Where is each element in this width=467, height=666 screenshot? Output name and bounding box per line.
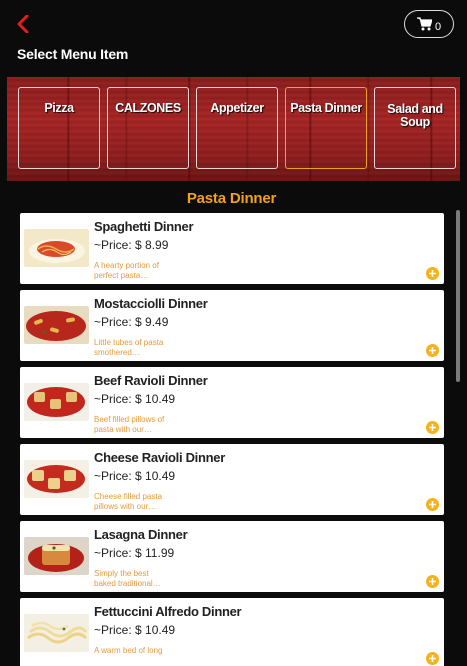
- item-description: Cheese filled pasta pillows with our…: [94, 492, 163, 511]
- page-title: Select Menu Item: [17, 46, 129, 62]
- food-image: [24, 614, 89, 652]
- plus-icon: [429, 655, 436, 662]
- back-button[interactable]: [12, 12, 34, 36]
- item-description: Simply the best baked traditional…: [94, 569, 161, 588]
- plus-icon: [429, 578, 436, 585]
- food-image: [24, 537, 89, 575]
- item-name: Lasagna Dinner: [94, 527, 188, 542]
- item-price: ~Price: $ 8.99: [94, 238, 169, 252]
- menu-item-card[interactable]: Spaghetti Dinner ~Price: $ 8.99 A hearty…: [20, 213, 444, 284]
- section-title: Pasta Dinner: [186, 190, 277, 207]
- item-name: Mostacciolli Dinner: [94, 296, 208, 311]
- category-tile-salad-and-soup[interactable]: Salad and Soup: [374, 87, 456, 169]
- plus-icon: [429, 424, 436, 431]
- add-item-button[interactable]: [426, 344, 439, 357]
- menu-item-card[interactable]: Mostacciolli Dinner ~Price: $ 9.49 Littl…: [20, 290, 444, 361]
- cart-count-badge: 0: [434, 20, 442, 33]
- add-item-button[interactable]: [426, 652, 439, 665]
- food-image: [24, 383, 89, 421]
- add-item-button[interactable]: [426, 575, 439, 588]
- cart-button[interactable]: 0: [404, 10, 454, 38]
- food-image: [24, 460, 89, 498]
- chevron-left-icon: [17, 15, 29, 33]
- plus-icon: [429, 270, 436, 277]
- menu-item-card[interactable]: Lasagna Dinner ~Price: $ 11.99 Simply th…: [20, 521, 444, 592]
- category-tile-appetizer[interactable]: Appetizer: [196, 87, 278, 169]
- item-description: Little tubes of pasta smothered…: [94, 338, 164, 357]
- item-price: ~Price: $ 10.49: [94, 623, 176, 637]
- item-name: Beef Ravioli Dinner: [94, 373, 208, 388]
- shopping-cart-icon: [416, 17, 432, 31]
- add-item-button[interactable]: [426, 498, 439, 511]
- plus-icon: [429, 347, 436, 354]
- item-name: Cheese Ravioli Dinner: [94, 450, 225, 465]
- category-carousel[interactable]: Pizza CALZONES Appetizer Pasta Dinner Sa…: [7, 77, 460, 181]
- item-price: ~Price: $ 10.49: [94, 469, 176, 483]
- food-image: [24, 229, 89, 267]
- category-tile-pizza[interactable]: Pizza: [18, 87, 100, 169]
- item-name: Spaghetti Dinner: [94, 219, 194, 234]
- item-price: ~Price: $ 11.99: [94, 546, 175, 560]
- top-bar: 0 Select Menu Item: [0, 0, 467, 76]
- category-tile-pasta-dinner[interactable]: Pasta Dinner: [285, 87, 367, 169]
- item-price: ~Price: $ 9.49: [94, 315, 169, 329]
- menu-item-card[interactable]: Fettuccini Alfredo Dinner ~Price: $ 10.4…: [20, 598, 444, 666]
- add-item-button[interactable]: [426, 267, 439, 280]
- item-description: A hearty portion of perfect pasta…: [94, 261, 159, 280]
- list-scrollbar[interactable]: [456, 210, 460, 382]
- menu-item-card[interactable]: Cheese Ravioli Dinner ~Price: $ 10.49 Ch…: [20, 444, 444, 515]
- category-tile-calzones[interactable]: CALZONES: [107, 87, 189, 169]
- item-name: Fettuccini Alfredo Dinner: [94, 604, 242, 619]
- item-price: ~Price: $ 10.49: [94, 392, 176, 406]
- item-description: A warm bed of long: [94, 646, 163, 655]
- menu-item-card[interactable]: Beef Ravioli Dinner ~Price: $ 10.49 Beef…: [20, 367, 444, 438]
- food-image: [24, 306, 89, 344]
- plus-icon: [429, 501, 436, 508]
- item-description: Beef filled pillows of pasta with our…: [94, 415, 165, 434]
- add-item-button[interactable]: [426, 421, 439, 434]
